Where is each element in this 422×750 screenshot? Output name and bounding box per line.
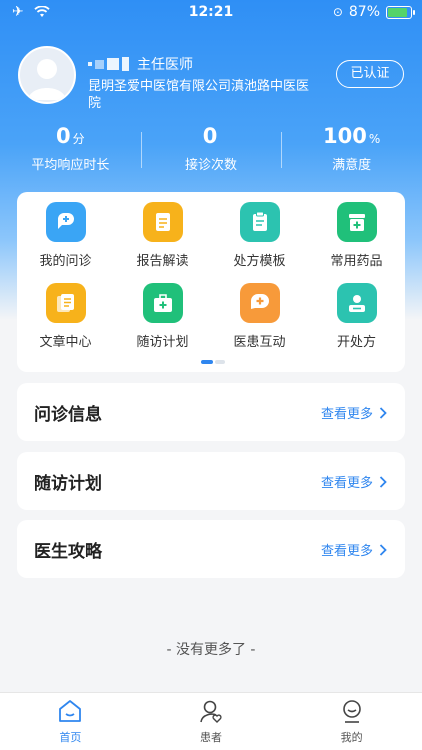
tab-mine[interactable]: 我的	[281, 693, 422, 750]
articles-icon	[45, 283, 86, 323]
view-more-label: 查看更多	[320, 476, 373, 491]
chat-plus-icon	[45, 202, 86, 242]
feature-label: 开处方	[336, 335, 376, 350]
feature-item[interactable]: 处方模板	[211, 202, 308, 269]
view-more-link[interactable]: 查看更多	[321, 403, 387, 422]
tab-label: 首页	[59, 731, 82, 744]
view-more-label: 查看更多	[320, 407, 373, 422]
stat-unit: 分	[72, 132, 85, 146]
hospital-name: 昆明圣爱中医馆有限公司滇池路中医医院	[88, 79, 310, 111]
patient-icon	[200, 700, 222, 723]
medicine-box-icon	[336, 202, 377, 242]
status-bar: ✈ 12:21 ⊙ 87%	[0, 0, 422, 24]
stat-value: 0	[202, 124, 218, 148]
chat-cross-icon	[239, 283, 280, 323]
stat-consultations[interactable]: 0 接诊次数	[140, 122, 282, 176]
feature-label: 我的问诊	[39, 254, 92, 269]
section-title: 医生攻略	[34, 542, 102, 562]
battery-icon	[386, 5, 415, 19]
section-doctor-guide[interactable]: 医生攻略 查看更多	[17, 520, 405, 578]
stat-satisfaction[interactable]: 100% 满意度	[281, 122, 422, 176]
stat-value: 0	[56, 124, 71, 148]
profile-icon	[342, 700, 361, 723]
doctor-name-redacted	[88, 57, 129, 71]
tab-bar: 首页 患者 我的	[0, 692, 422, 750]
stat-label: 接诊次数	[185, 158, 238, 173]
feature-label: 报告解读	[136, 254, 189, 269]
feature-grid: 我的问诊 报告解读 处方模板 常用药品文章中心 随访计划 医患互动 开处方	[17, 202, 405, 350]
avatar[interactable]	[18, 46, 76, 104]
clipboard-icon	[239, 202, 280, 242]
prescription-icon	[336, 283, 377, 323]
chevron-right-icon	[379, 475, 387, 488]
tab-patients[interactable]: 患者	[141, 693, 282, 750]
page-dot	[215, 360, 225, 364]
feature-label: 医患互动	[233, 335, 286, 350]
chevron-right-icon	[379, 543, 387, 556]
feature-grid-card: 我的问诊 报告解读 处方模板 常用药品文章中心 随访计划 医患互动 开处方	[17, 192, 405, 372]
feature-label: 随访计划	[136, 335, 189, 350]
view-more-label: 查看更多	[320, 544, 373, 559]
feature-item[interactable]: 报告解读	[114, 202, 211, 269]
feature-item[interactable]: 文章中心	[17, 283, 114, 350]
stat-response-time[interactable]: 0分 平均响应时长	[0, 122, 141, 176]
tab-home[interactable]: 首页	[0, 693, 141, 750]
feature-label: 文章中心	[39, 335, 92, 350]
feature-item[interactable]: 医患互动	[211, 283, 308, 350]
feature-label: 处方模板	[233, 254, 286, 269]
page-dot-active	[201, 360, 213, 364]
tab-label: 患者	[200, 731, 222, 744]
section-title: 问诊信息	[34, 405, 102, 425]
section-follow-up-plan[interactable]: 随访计划 查看更多	[17, 452, 405, 510]
medical-kit-icon	[142, 283, 183, 323]
tab-label: 我的	[340, 731, 363, 744]
doctor-title-row: 主任医师	[88, 54, 193, 74]
section-consultation-info[interactable]: 问诊信息 查看更多	[17, 383, 405, 441]
feature-item[interactable]: 开处方	[308, 283, 405, 350]
stat-label: 平均响应时长	[31, 158, 110, 173]
view-more-link[interactable]: 查看更多	[321, 472, 387, 491]
stat-label: 满意度	[332, 158, 372, 173]
report-icon	[142, 202, 183, 242]
orientation-lock-icon: ⊙	[332, 5, 343, 19]
stat-unit: %	[368, 132, 381, 146]
home-icon	[59, 700, 82, 722]
stat-value: 100	[323, 124, 367, 148]
feature-item[interactable]: 常用药品	[308, 202, 405, 269]
view-more-link[interactable]: 查看更多	[321, 540, 387, 559]
page-indicator	[201, 360, 225, 364]
stats-bar: 0分 平均响应时长 0 接诊次数 100% 满意度	[0, 122, 422, 176]
feature-item[interactable]: 我的问诊	[17, 202, 114, 269]
no-more-text: - 没有更多了 -	[166, 642, 256, 658]
default-avatar-icon	[28, 59, 66, 100]
battery-percent: 87%	[348, 4, 380, 20]
verified-button[interactable]: 已认证	[336, 60, 404, 88]
feature-item[interactable]: 随访计划	[114, 283, 211, 350]
feature-label: 常用药品	[330, 254, 383, 269]
doctor-title: 主任医师	[137, 57, 193, 73]
section-title: 随访计划	[34, 474, 102, 494]
chevron-right-icon	[379, 406, 387, 419]
